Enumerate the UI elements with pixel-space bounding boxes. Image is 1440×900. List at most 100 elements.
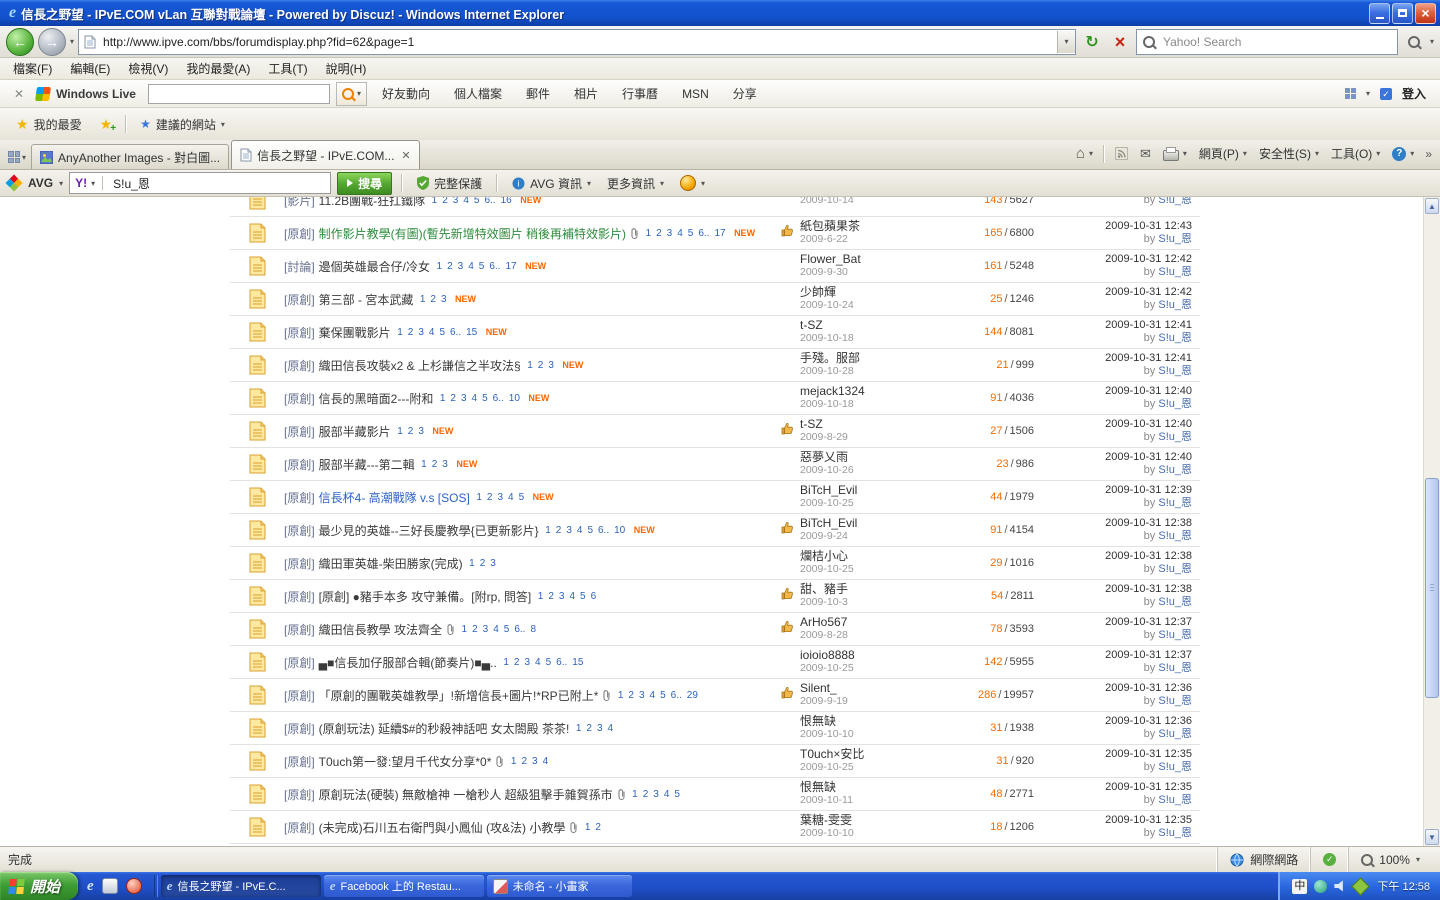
lastpost-date[interactable]: 2009-10-31 12:35	[1050, 748, 1192, 761]
page-link[interactable]: 1	[432, 197, 438, 206]
back-button[interactable]: ←	[6, 28, 34, 56]
page-link[interactable]: 5	[660, 690, 666, 701]
lastpost-user[interactable]: S!u_恩	[1158, 530, 1192, 542]
page-link[interactable]: 3	[566, 525, 572, 536]
menu-file[interactable]: 檔案(F)	[4, 58, 61, 79]
live-search-button[interactable]: ▾	[336, 82, 367, 106]
page-link[interactable]: 3	[532, 756, 538, 767]
page-link[interactable]: 1	[397, 327, 403, 338]
sign-in-button[interactable]: 登入	[1402, 85, 1432, 102]
avg-brand[interactable]: AVG	[28, 176, 53, 190]
lastpost-date[interactable]: 2009-10-31 12:40	[1050, 451, 1192, 464]
quick-tabs-button[interactable]: ▾	[4, 151, 31, 169]
lastpost-date[interactable]: 2009-10-31 12:41	[1050, 352, 1192, 365]
page-link[interactable]: 1	[576, 723, 582, 734]
add-favorite-button[interactable]: ★	[92, 113, 121, 135]
page-link[interactable]: 4	[543, 756, 549, 767]
tab-nobunaga-forum[interactable]: 信長之野望 - IPvE.COM... ✕	[231, 140, 420, 169]
page-link[interactable]: 15	[466, 327, 477, 338]
page-link[interactable]: 2	[408, 426, 414, 437]
page-link[interactable]: 4	[493, 624, 499, 635]
lastpost-date[interactable]: 2009-10-31 12:40	[1050, 418, 1192, 431]
favorites-button[interactable]: ★ 我的最愛	[8, 112, 90, 137]
page-link[interactable]: 2	[480, 558, 486, 569]
search-options-dropdown-icon[interactable]: ▾	[1430, 37, 1434, 46]
lastpost-date[interactable]: 2009-10-31 12:42	[1050, 253, 1192, 266]
lastpost-user[interactable]: S!u_恩	[1158, 761, 1192, 773]
page-link[interactable]: 2	[514, 657, 520, 668]
page-link[interactable]: 4	[468, 261, 474, 272]
page-link[interactable]: 3	[653, 789, 659, 800]
page-link[interactable]: 6	[591, 591, 597, 602]
page-link[interactable]: 3	[639, 690, 645, 701]
page-link[interactable]: 2	[628, 690, 634, 701]
page-link[interactable]: 3	[461, 393, 467, 404]
help-button[interactable]: ?▾	[1387, 145, 1419, 163]
lastpost-user[interactable]: S!u_恩	[1158, 197, 1192, 206]
page-link[interactable]: 1	[421, 459, 427, 470]
lastpost-date[interactable]: 2009-10-31 12:40	[1050, 385, 1192, 398]
zoom-dropdown-icon[interactable]: ▾	[1416, 855, 1420, 864]
page-link[interactable]: 2	[586, 723, 592, 734]
avg-more-menu[interactable]: 更多資訊▾	[602, 175, 669, 192]
lastpost-user[interactable]: S!u_恩	[1158, 233, 1192, 245]
thread-author[interactable]: t-SZ	[800, 319, 945, 332]
thread-author[interactable]: ioioio8888	[800, 649, 945, 662]
page-link[interactable]: 6..	[598, 525, 609, 536]
yahoo-engine-icon[interactable]: Y!	[75, 176, 87, 190]
page-link[interactable]: 4	[608, 723, 614, 734]
page-link[interactable]: 6..	[514, 624, 525, 635]
page-link[interactable]: 16	[501, 197, 512, 206]
page-link[interactable]: 2	[442, 197, 448, 206]
thread-author[interactable]: 恨無缺	[800, 715, 945, 728]
thread-title-link[interactable]: (原創玩法) 延續$#的秒殺神話吧 女太閤殿 茶茶!	[319, 720, 570, 737]
page-link[interactable]: 2	[595, 822, 601, 833]
thread-author[interactable]: BiTcH_Evil	[800, 484, 945, 497]
page-link[interactable]: 4	[677, 228, 683, 239]
lastpost-date[interactable]: 2009-10-31 12:42	[1050, 286, 1192, 299]
lastpost-user[interactable]: S!u_恩	[1158, 629, 1192, 641]
page-link[interactable]: 4	[472, 393, 478, 404]
lastpost-user[interactable]: S!u_恩	[1158, 398, 1192, 410]
menu-tools[interactable]: 工具(T)	[259, 58, 316, 79]
lastpost-user[interactable]: S!u_恩	[1158, 497, 1192, 509]
thread-title-link[interactable]: 織田信長攻裝x2 & 上杉謙信之半攻法§	[319, 357, 521, 374]
page-link[interactable]: 1	[585, 822, 591, 833]
apps-grid-icon[interactable]	[1345, 88, 1356, 99]
minimize-button[interactable]	[1369, 3, 1390, 24]
live-search-input[interactable]	[148, 84, 330, 104]
page-link[interactable]: 1	[476, 492, 482, 503]
lastpost-user[interactable]: S!u_恩	[1158, 299, 1192, 311]
thread-author[interactable]: ArHo567	[800, 616, 945, 629]
page-link[interactable]: 3	[418, 426, 424, 437]
page-link[interactable]: 3	[548, 360, 554, 371]
page-link[interactable]: 1	[632, 789, 638, 800]
thread-author[interactable]: BiTcH_Evil	[800, 517, 945, 530]
lastpost-date[interactable]: 2009-10-31 12:43	[1050, 220, 1192, 233]
page-link[interactable]: 1	[538, 591, 544, 602]
page-link[interactable]: 2	[656, 228, 662, 239]
home-button[interactable]: ⌂▾	[1071, 144, 1098, 163]
menu-view[interactable]: 檢視(V)	[119, 58, 177, 79]
lastpost-date[interactable]: 2009-10-31 12:38	[1050, 583, 1192, 596]
live-link-photos[interactable]: 相片	[565, 85, 607, 102]
address-dropdown-icon[interactable]: ▾	[1057, 31, 1075, 53]
lastpost-date[interactable]: 2009-10-31 12:37	[1050, 649, 1192, 662]
scroll-up-icon[interactable]: ▲	[1425, 198, 1439, 214]
lastpost-user[interactable]: S!u_恩	[1158, 827, 1192, 839]
live-link-share[interactable]: 分享	[724, 85, 766, 102]
lastpost-date[interactable]: 2009-10-31 12:35	[1050, 781, 1192, 794]
thread-title-link[interactable]: 11.2B團戰-狂扛鐵隊	[319, 197, 425, 209]
thread-author[interactable]: 爛桔小心	[800, 550, 945, 563]
lastpost-date[interactable]: 2009-10-31 12:36	[1050, 682, 1192, 695]
yahoo-search-box[interactable]	[1136, 29, 1398, 55]
history-dropdown-icon[interactable]: ▾	[70, 37, 74, 46]
page-link[interactable]: 6..	[493, 393, 504, 404]
thread-title-link[interactable]: 信長的黑暗面2---附和	[319, 390, 434, 407]
page-link[interactable]: 15	[572, 657, 583, 668]
page-link[interactable]: 3	[441, 294, 447, 305]
page-link[interactable]: 5	[439, 327, 445, 338]
page-link[interactable]: 5	[580, 591, 586, 602]
lastpost-user[interactable]: S!u_恩	[1158, 266, 1192, 278]
thread-title-link[interactable]: [原創] ●豬手本多 攻守兼備。[附rp, 問答]	[319, 588, 532, 605]
